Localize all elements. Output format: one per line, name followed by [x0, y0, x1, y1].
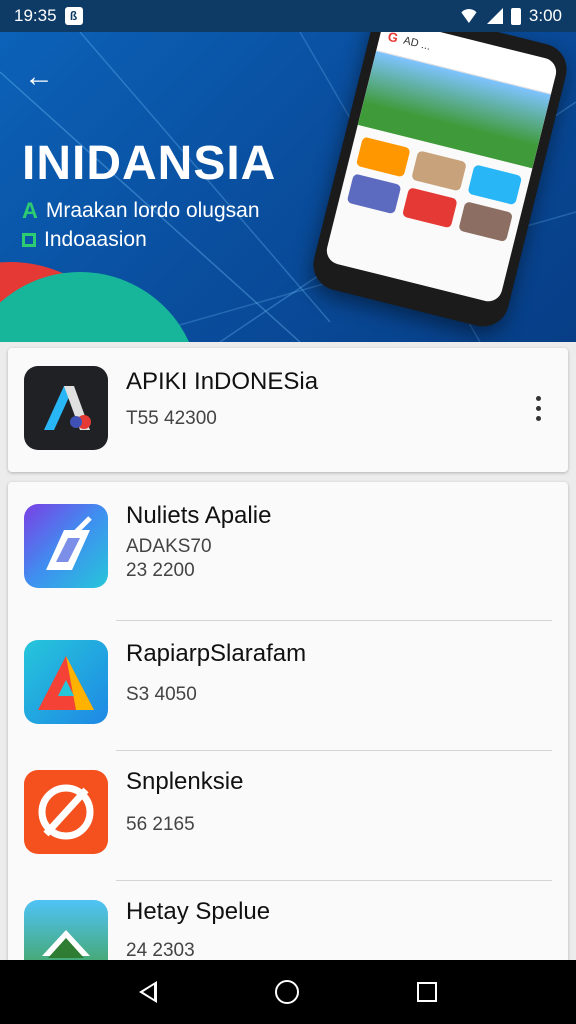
hero-line-1: A Mraakan lordo olugsan	[22, 198, 260, 224]
phone-tile	[457, 201, 514, 243]
app-icon-null-sign	[24, 770, 108, 854]
app-meta-1: 24 2303	[126, 940, 195, 961]
status-left: 19:35 ß	[14, 6, 83, 26]
hero-title: INIDANSIA	[22, 137, 277, 190]
status-time: 19:35	[14, 6, 57, 25]
app-list-card: Nuliets Apalie ADAKS70 23 2200 RapiarpSl…	[8, 482, 568, 1022]
back-arrow-icon[interactable]: ←	[24, 62, 54, 92]
wifi-icon	[458, 9, 479, 23]
status-right: 3:00	[458, 6, 562, 26]
notification-icon: ß	[64, 7, 83, 25]
hero-line-2-text: Indoaasion	[44, 228, 147, 251]
nav-recents-icon[interactable]	[417, 982, 437, 1002]
app-name: Hetay Spelue	[126, 898, 271, 925]
battery-text: 3:00	[528, 6, 562, 25]
app-meta-1: ADAKS70	[126, 536, 212, 557]
hero-banner: ← INIDANSIA A Mraakan lordo olugsan Indo…	[0, 32, 576, 342]
hero-line-1-text: Mraakan lordo olugsan	[45, 199, 260, 222]
battery-icon	[510, 7, 521, 25]
phone-tile	[402, 187, 458, 229]
featured-app-card[interactable]: APIKI InDONESia T55 42300	[8, 348, 568, 472]
signal-icon	[486, 8, 503, 24]
phone-logo: G	[386, 32, 400, 46]
app-meta-1: 56 2165	[126, 814, 195, 835]
featured-app-name: APIKI InDONESia	[126, 368, 319, 395]
phone-tile	[355, 136, 411, 178]
hero-bullet-a: A	[22, 198, 38, 223]
nav-back-icon[interactable]	[139, 981, 157, 1003]
app-name: RapiarpSlarafam	[126, 640, 307, 667]
more-vert-icon[interactable]	[536, 396, 542, 421]
featured-app-subtitle: T55 42300	[126, 408, 217, 429]
app-meta-1: S3 4050	[126, 684, 197, 705]
status-bar: 19:35 ß 3:00	[0, 0, 576, 32]
nav-home-icon[interactable]	[275, 980, 299, 1004]
app-icon-triangle	[24, 640, 108, 724]
phone-tile	[411, 150, 467, 192]
hero-bullet-square-icon	[22, 233, 36, 247]
list-item[interactable]: Snplenksie 56 2165	[8, 750, 568, 881]
list-item[interactable]: Nuliets Apalie ADAKS70 23 2200	[8, 482, 568, 621]
app-meta-2: 23 2200	[126, 560, 195, 581]
app-name: Snplenksie	[126, 768, 244, 795]
app-icon-pen	[24, 504, 108, 588]
app-name: Nuliets Apalie	[126, 502, 272, 529]
system-nav-bar	[0, 960, 576, 1024]
phone-tile	[467, 164, 523, 206]
featured-app-icon	[24, 366, 108, 450]
hero-line-2: Indoaasion	[22, 228, 147, 252]
list-item[interactable]: RapiarpSlarafam S3 4050	[8, 620, 568, 751]
phone-tile	[346, 173, 402, 215]
phone-search-text: AD ...	[402, 34, 432, 53]
